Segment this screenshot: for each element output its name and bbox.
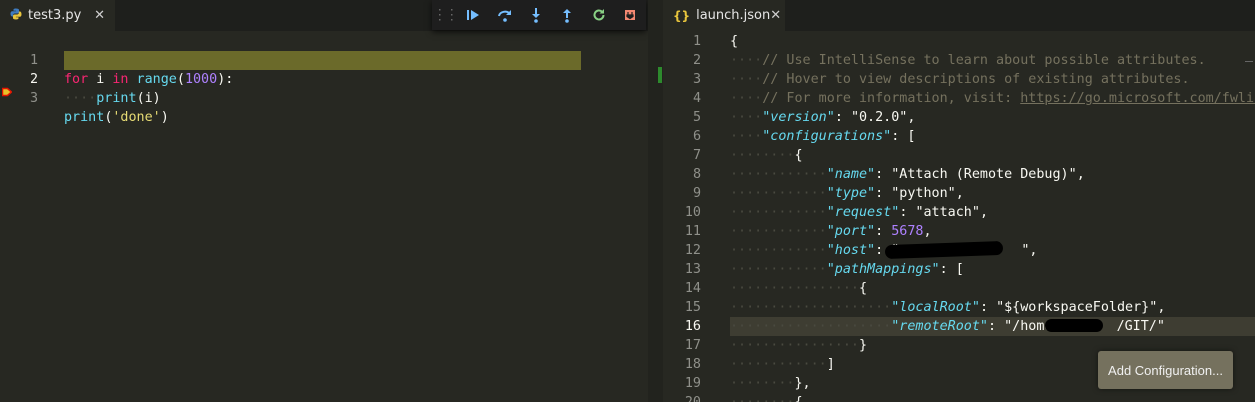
python-file-icon [10, 8, 22, 23]
json-editor[interactable]: 1 { 2 ····// Use IntelliSense to learn abo… [663, 31, 1255, 402]
json-file-icon: {} [673, 8, 691, 23]
json-value: "${workspaceFolder}" [996, 300, 1158, 315]
python-editor[interactable]: 1 for i in range(1000): 2 ····print(i) 3… [0, 31, 648, 402]
code-line: ····// For more information, visit: http… [730, 89, 1255, 108]
debug-toolbar: ⋮⋮ [432, 0, 646, 30]
string-literal: 'done' [112, 110, 161, 125]
code-line: ············"request": "attach", [730, 205, 988, 220]
step-out-icon[interactable] [552, 0, 583, 30]
code-line: ····················"localRoot": "${work… [730, 300, 1166, 315]
code-line: ············"type": "python", [730, 186, 964, 201]
restart-icon[interactable] [583, 0, 614, 30]
continue-icon[interactable] [458, 0, 489, 30]
code-line: ····"version": "0.2.0", [730, 110, 916, 125]
code-line: ········{ [730, 393, 803, 402]
json-key: "name" [826, 167, 876, 182]
json-value: /GIT/" [1116, 319, 1165, 334]
json-value: "0.2.0" [850, 110, 908, 125]
code-line: ········{ [730, 148, 803, 163]
code-line: ········}, [730, 376, 811, 391]
json-key: "localRoot" [891, 300, 980, 315]
code-line: ············"pathMappings": [ [730, 262, 964, 277]
line-number: 11 [684, 224, 701, 239]
json-value: "attach" [915, 205, 980, 220]
tab-label: test3.py [28, 8, 82, 23]
json-key: "version" [762, 110, 835, 125]
comment: // Use IntelliSense to learn about possi… [762, 53, 1206, 68]
line-number: 13 [684, 262, 701, 277]
code-line: 3 print('done') [0, 70, 648, 125]
json-value: "Attach (Remote Debug)" [891, 167, 1077, 182]
disconnect-icon[interactable] [615, 0, 646, 30]
close-icon[interactable]: ✕ [94, 8, 105, 23]
tab-test3-py[interactable]: test3.py ✕ [0, 0, 115, 31]
redaction-mark [1045, 319, 1103, 332]
line-number: 19 [684, 376, 701, 391]
json-value: "python" [891, 186, 956, 201]
comment: // Hover to view descriptions of existin… [762, 72, 1190, 87]
line-number: 7 [692, 148, 701, 163]
comment: // For more information, visit: [762, 91, 1021, 106]
line-number: 16 [684, 319, 701, 334]
editor-split-divider[interactable] [648, 0, 663, 402]
json-key: "remoteRoot" [891, 319, 988, 334]
line-number: 17 [684, 338, 701, 353]
line-number: 4 [692, 91, 701, 106]
line-number: 5 [692, 110, 701, 125]
code-line: { [730, 34, 739, 49]
json-value: 5678 [891, 224, 924, 239]
json-key: "configurations" [762, 129, 892, 144]
line-number: 2 [692, 53, 701, 68]
code-line: ············"port": 5678, [730, 224, 932, 239]
json-value: " [1021, 243, 1030, 258]
tab-launch-json[interactable]: {} launch.json ✕ [663, 0, 785, 31]
code-line: ············"name": "Attach (Remote Debu… [730, 167, 1085, 182]
left-editor-group: test3.py ✕ 1 for i in range(1000): 2 ···… [0, 0, 648, 402]
json-key: "type" [826, 186, 876, 201]
git-change-indicator [658, 67, 662, 83]
comment-link[interactable]: https://go.microsoft.com/fwlink [1020, 91, 1255, 106]
builtin-function: print [64, 110, 105, 125]
arguments: (i) [136, 91, 161, 106]
punctuation: ) [160, 110, 169, 125]
line-number: 18 [684, 357, 701, 372]
json-key: "host" [826, 243, 876, 258]
line-number: 1 [692, 34, 701, 49]
line-number: 12 [684, 243, 701, 258]
line-number: 6 [692, 129, 701, 144]
close-icon[interactable]: ✕ [770, 8, 781, 23]
line-number: 20 [663, 393, 701, 402]
line-number: 15 [684, 300, 701, 315]
tab-label: launch.json [696, 8, 771, 23]
add-configuration-button[interactable]: Add Configuration... [1098, 351, 1233, 389]
line-number: 8 [692, 167, 701, 182]
json-key: "pathMappings" [826, 262, 940, 277]
builtin-function: print [96, 91, 137, 106]
code-line: 2 ····print(i) [0, 51, 648, 106]
json-key: "request" [826, 205, 900, 220]
line-number: 10 [684, 205, 701, 220]
code-line: ····// Use IntelliSense to learn about p… [730, 53, 1206, 68]
right-tab-bar: {} launch.json ✕ [663, 0, 1255, 31]
code-line: ····// Hover to view descriptions of exi… [730, 72, 1190, 87]
right-editor-group: {} launch.json ✕ 1 { 2 ····// Use IntelliS… [663, 0, 1255, 402]
step-over-icon[interactable] [489, 0, 520, 30]
code-line: ················{ [730, 281, 868, 296]
code-line: ················} [730, 338, 868, 353]
code-line: ············] [730, 357, 835, 372]
step-into-icon[interactable] [520, 0, 551, 30]
json-key: "port" [826, 224, 876, 239]
code-line: ····"configurations": [ [730, 129, 916, 144]
line-number: 14 [684, 281, 701, 296]
line-number: 9 [692, 186, 701, 201]
drag-handle-icon[interactable]: ⋮⋮ [432, 7, 459, 23]
line-number: 3 [692, 72, 701, 87]
line-number: 3 [29, 91, 38, 106]
code-line: 1 for i in range(1000): [0, 32, 648, 87]
